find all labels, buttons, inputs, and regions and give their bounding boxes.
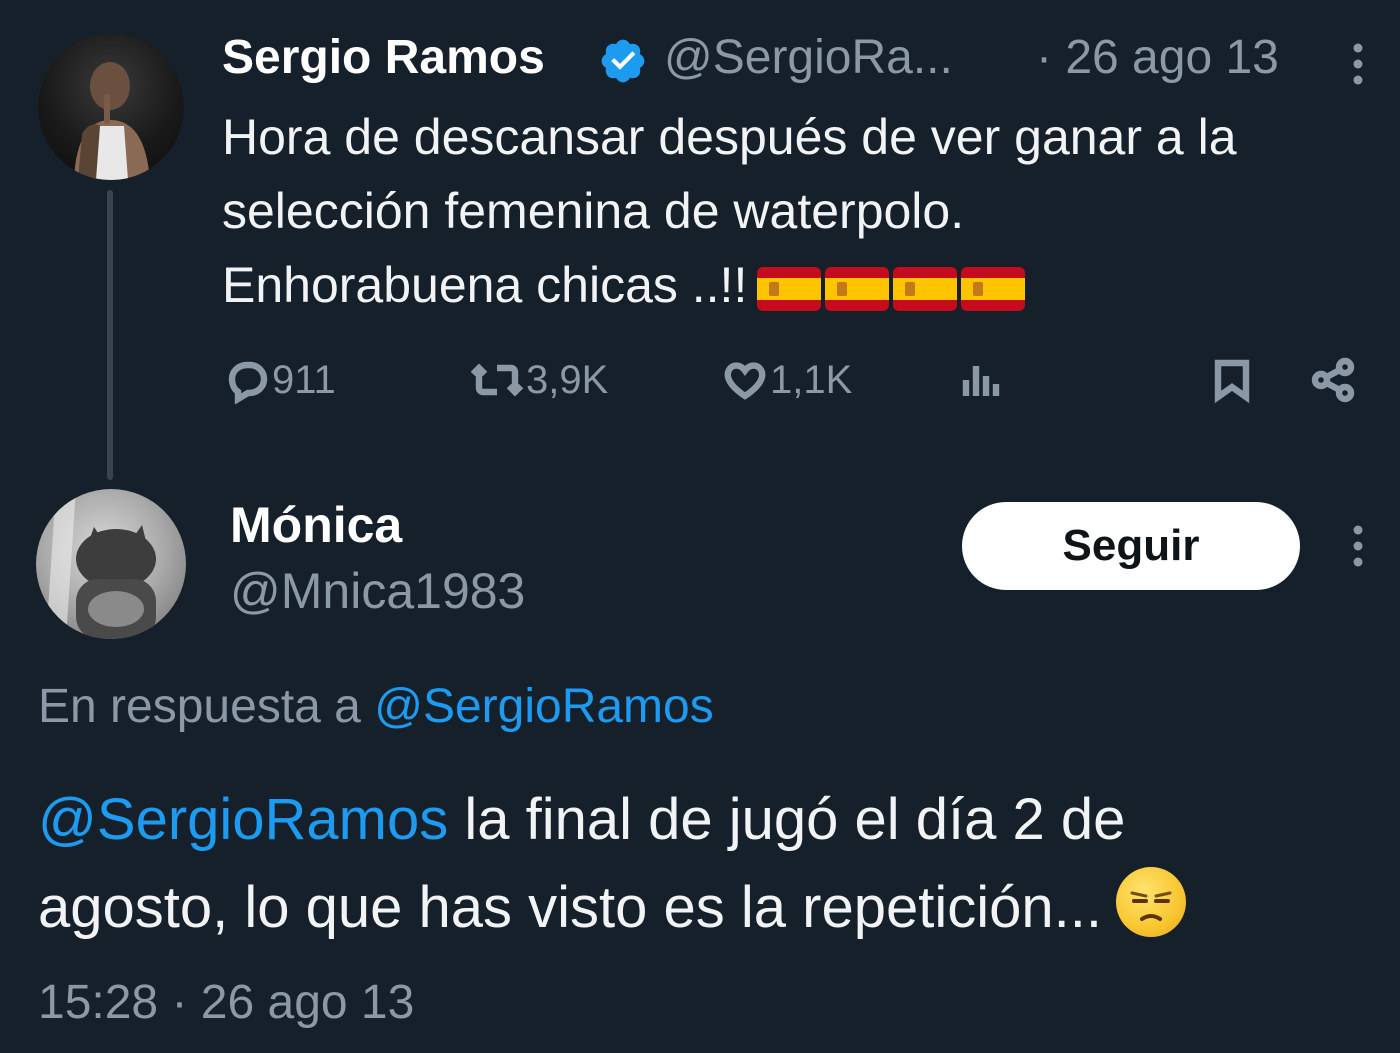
author-avatar-monica[interactable] [36,489,186,639]
follow-button[interactable]: Seguir [962,502,1300,590]
reply-tweet-text: @SergioRamos la final de jugó el día 2 d… [38,776,1378,952]
more-options-icon[interactable] [1340,40,1376,88]
share-button[interactable] [1308,350,1358,410]
reply-timestamp[interactable]: 15:28 · 26 ago 13 [38,974,414,1032]
tweet-date[interactable]: · 26 ago 13 [1036,30,1279,86]
reply-text-segment: la final de jugó el día 2 de [464,787,1126,852]
views-icon [962,366,1000,396]
reply-context: En respuesta a @SergioRamos [38,678,714,736]
spain-flag-icon [961,266,1026,311]
tweet-text-line: Hora de descansar después de ver ganar a… [222,109,1237,165]
bookmark-icon [1214,359,1250,404]
author-avatar-sergio-ramos[interactable] [38,34,184,180]
bookmark-button[interactable] [1208,350,1256,410]
reply-icon [228,361,268,404]
tweet-text-line: Enhorabuena chicas ..!! [222,257,748,313]
tweet-text: Hora de descansar después de ver ganar a… [222,100,1382,322]
mention-link[interactable]: @SergioRamos [38,787,448,852]
share-icon [1311,357,1355,403]
reply-button[interactable]: 911 [224,350,336,410]
like-count: 1,1K [770,357,853,402]
retweet-button[interactable]: 3,9K [468,350,608,410]
thread-connector-line [107,190,113,480]
unamused-face-icon [1115,867,1186,937]
flag-emojis [757,266,1026,311]
like-icon [724,362,766,400]
tweet-text-line: selección femenina de waterpolo. [222,183,965,239]
spain-flag-icon [893,266,958,311]
author-handle[interactable]: @SergioRa... [664,30,980,86]
author-name[interactable]: Sergio Ramos [222,30,545,86]
reply-count: 911 [272,357,336,402]
reply-author-handle[interactable]: @Mnica1983 [230,562,525,620]
spain-flag-icon [757,266,822,311]
verified-badge-icon [598,36,648,86]
more-options-icon[interactable] [1340,522,1376,570]
reply-text-segment: agosto, lo que has visto es la repetició… [38,875,1102,940]
reply-author-name[interactable]: Mónica [230,496,402,554]
like-button[interactable]: 1,1K [720,350,852,410]
reply-to-handle-link[interactable]: @SergioRamos [374,680,714,733]
reply-text-line: @SergioRamos la final de jugó el día 2 d… [38,776,1378,864]
tweet-text-line-with-flags: Enhorabuena chicas ..!! [222,248,1382,322]
views-button[interactable] [958,350,1006,410]
spain-flag-icon [825,266,890,311]
reply-to-prefix: En respuesta a [38,680,361,733]
reply-text-line: agosto, lo que has visto es la repetició… [38,864,1378,952]
retweet-icon [470,363,524,397]
retweet-count: 3,9K [526,357,609,402]
